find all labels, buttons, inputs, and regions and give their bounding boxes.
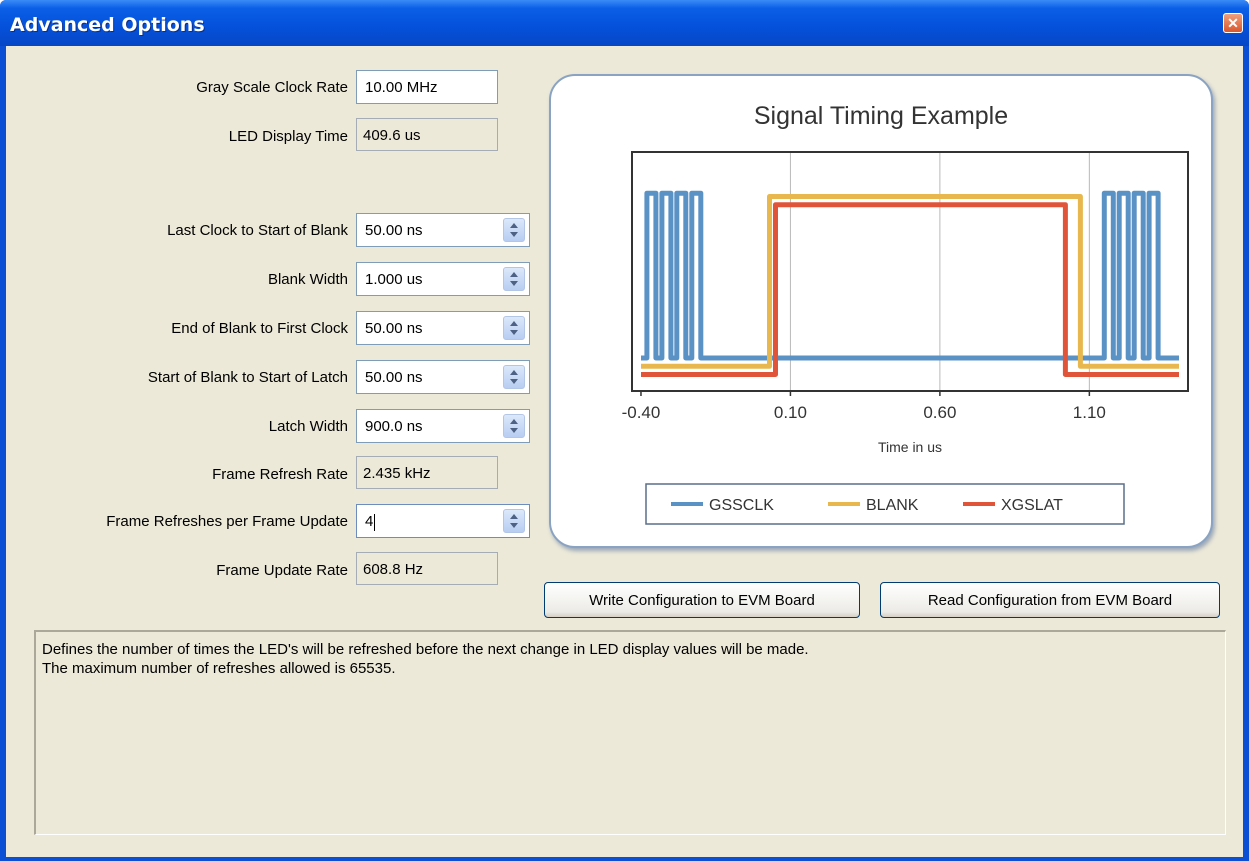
- frame-refreshes-per-frame-update-spinner[interactable]: [503, 509, 525, 533]
- description-line-2: The maximum number of refreshes allowed …: [42, 660, 396, 677]
- latch-width-input[interactable]: 900.0 ns: [356, 409, 530, 443]
- x-tick-label: 0.60: [923, 403, 956, 422]
- frame-refreshes-per-frame-update-input[interactable]: 4: [356, 504, 530, 538]
- start-of-blank-to-start-of-latch-spinner[interactable]: [503, 365, 525, 389]
- legend-label-xgslat: XGSLAT: [1001, 497, 1063, 514]
- led-display-time-value: 409.6 us: [363, 127, 421, 144]
- end-of-blank-to-first-clock-spinner[interactable]: [503, 316, 525, 340]
- blank-width-value: 1.000 us: [365, 271, 423, 288]
- x-tick-label: 1.10: [1073, 403, 1106, 422]
- series-line-xgslat: [641, 202, 1179, 377]
- frame-update-rate-display: 608.8 Hz: [356, 552, 498, 585]
- legend-label-blank: BLANK: [866, 497, 919, 514]
- dialog-body: Gray Scale Clock Rate 10.00 MHz LED Disp…: [6, 46, 1243, 857]
- legend-label-gssclk: GSSCLK: [709, 497, 774, 514]
- frame-refresh-rate-display: 2.435 kHz: [356, 456, 498, 489]
- close-icon[interactable]: ✕: [1223, 13, 1243, 33]
- frame-refreshes-per-frame-update-label: Frame Refreshes per Frame Update: [106, 513, 348, 530]
- signal-timing-chart: -0.40 0.10 0.60 1.10 Time in us GSSCLK BLANK…: [622, 151, 1189, 525]
- frame-refresh-rate-value: 2.435 kHz: [363, 465, 431, 482]
- write-configuration-button[interactable]: Write Configuration to EVM Board: [544, 582, 860, 618]
- description-line-1: Defines the number of times the LED's wi…: [42, 641, 809, 658]
- blank-width-input[interactable]: 1.000 us: [356, 262, 530, 296]
- x-axis-label: Time in us: [878, 439, 942, 455]
- window-title: Advanced Options: [10, 14, 205, 36]
- title-bar[interactable]: Advanced Options ✕: [0, 0, 1249, 46]
- read-configuration-button[interactable]: Read Configuration from EVM Board: [880, 582, 1220, 618]
- latch-width-value: 900.0 ns: [365, 418, 423, 435]
- series-line-gssclk: [641, 190, 1179, 361]
- signal-timing-chart-panel: Signal Timing Example -0.40 0.10 0.60 1.10 …: [549, 74, 1213, 548]
- end-of-blank-to-first-clock-label: End of Blank to First Clock: [171, 320, 348, 337]
- description-panel: Defines the number of times the LED's wi…: [34, 630, 1226, 835]
- blank-width-label: Blank Width: [267, 271, 348, 288]
- end-of-blank-to-first-clock-value: 50.00 ns: [365, 320, 423, 337]
- start-of-blank-to-start-of-latch-value: 50.00 ns: [365, 369, 423, 386]
- latch-width-label: Latch Width: [268, 418, 348, 435]
- x-tick-label: -0.40: [622, 403, 661, 422]
- gray-scale-clock-rate-value: 10.00 MHz: [365, 79, 438, 96]
- frame-update-rate-label: Frame Update Rate: [216, 562, 348, 579]
- text-cursor: [374, 513, 376, 531]
- blank-width-spinner[interactable]: [503, 267, 525, 291]
- frame-refresh-rate-label: Frame Refresh Rate: [212, 466, 348, 483]
- start-of-blank-to-start-of-latch-label: Start of Blank to Start of Latch: [147, 369, 348, 386]
- series-line-blank: [641, 194, 1179, 369]
- led-display-time-label: LED Display Time: [228, 128, 348, 145]
- frame-update-rate-value: 608.8 Hz: [363, 561, 424, 578]
- start-of-blank-to-start-of-latch-input[interactable]: 50.00 ns: [356, 360, 530, 394]
- window-bottom-frame: [0, 857, 1249, 861]
- x-tick-label: 0.10: [774, 403, 807, 422]
- end-of-blank-to-first-clock-input[interactable]: 50.00 ns: [356, 311, 530, 345]
- last-clock-to-start-of-blank-label: Last Clock to Start of Blank: [167, 222, 348, 239]
- frame-refreshes-per-frame-update-value: 4: [365, 513, 374, 530]
- last-clock-to-start-of-blank-value: 50.00 ns: [365, 222, 423, 239]
- advanced-options-window: Advanced Options ✕ Gray Scale Clock Rate…: [0, 0, 1249, 861]
- last-clock-to-start-of-blank-input[interactable]: 50.00 ns: [356, 213, 530, 247]
- gray-scale-clock-rate-label: Gray Scale Clock Rate: [196, 79, 348, 96]
- last-clock-to-start-of-blank-spinner[interactable]: [503, 218, 525, 242]
- gray-scale-clock-rate-input[interactable]: 10.00 MHz: [356, 70, 498, 104]
- led-display-time-display: 409.6 us: [356, 118, 498, 151]
- latch-width-spinner[interactable]: [503, 414, 525, 438]
